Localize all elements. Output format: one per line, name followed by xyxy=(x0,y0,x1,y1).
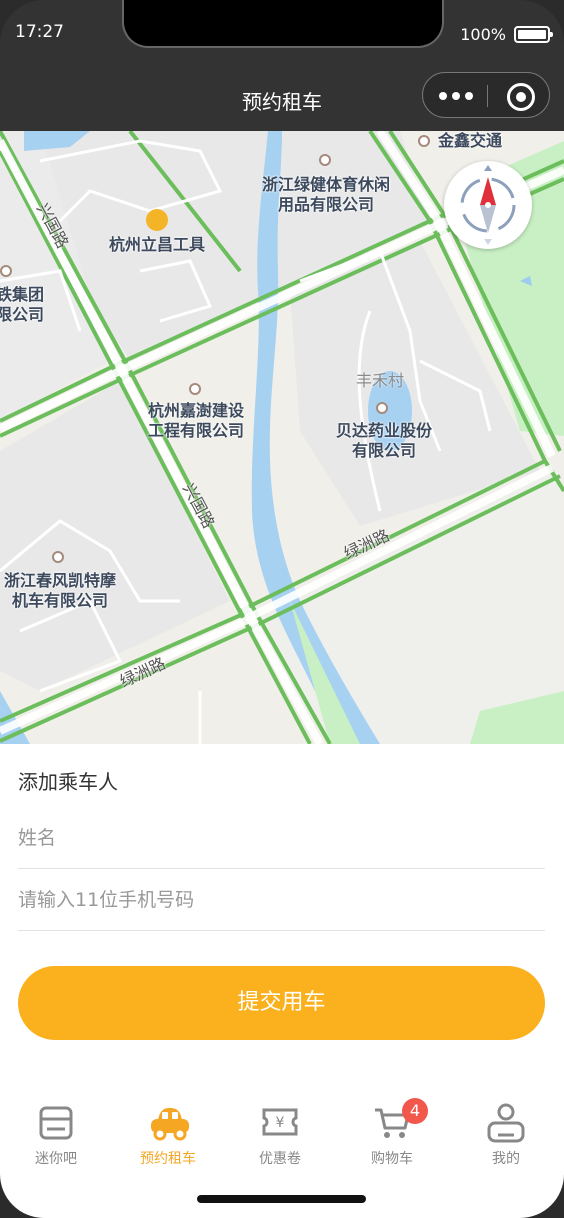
map[interactable]: 金鑫交通 浙江绿健体育休闲 用品有限公司 杭州立昌工具 铁集团 限公司 杭州嘉澍… xyxy=(0,131,564,744)
name-field[interactable]: 姓名 xyxy=(18,808,545,869)
poi-jituan[interactable]: 铁集团 限公司 xyxy=(0,285,56,325)
cart-badge: 4 xyxy=(402,1098,428,1124)
status-bar: 17:27 100% xyxy=(0,0,564,62)
passenger-form: 添加乘车人 姓名 请输入11位手机号码 提交用车 迷你吧 预约租车 ¥ 优惠卷 … xyxy=(0,744,564,1218)
tab-label: 购物车 xyxy=(371,1151,413,1167)
phone-field[interactable]: 请输入11位手机号码 xyxy=(18,870,545,931)
car-icon xyxy=(151,1108,189,1141)
tab-bar: 迷你吧 预约租车 ¥ 优惠卷 4 购物车 我的 xyxy=(0,1092,564,1182)
poi-jinxin[interactable]: 金鑫交通 xyxy=(438,131,558,151)
place-fenghe: 丰禾村 xyxy=(356,371,405,390)
poi-lvjian[interactable]: 浙江绿健体育休闲 用品有限公司 xyxy=(246,175,406,215)
poi-dot-jituan xyxy=(0,265,12,277)
poi-dot-jinxin xyxy=(418,135,430,147)
notch xyxy=(122,0,444,48)
tab-reserve-car[interactable]: 预约租车 xyxy=(112,1092,224,1172)
capsule-divider xyxy=(487,85,488,107)
poi-dot-chunfeng xyxy=(52,551,64,563)
svg-text:¥: ¥ xyxy=(276,1115,285,1131)
coupon-icon: ¥ xyxy=(262,1108,298,1136)
tab-mine[interactable]: 我的 xyxy=(450,1092,562,1172)
poi-lichang[interactable]: 杭州立昌工具 xyxy=(96,235,218,255)
miniprogram-capsule xyxy=(422,72,550,118)
tab-cart[interactable]: 4 购物车 xyxy=(336,1092,448,1172)
tab-label: 迷你吧 xyxy=(35,1151,77,1167)
user-icon xyxy=(487,1103,525,1143)
more-icon[interactable] xyxy=(439,85,475,105)
poi-jiashu[interactable]: 杭州嘉澍建设 工程有限公司 xyxy=(134,401,258,441)
submit-button[interactable]: 提交用车 xyxy=(18,966,545,1040)
tab-label: 我的 xyxy=(492,1151,520,1167)
poi-dot-lvjian xyxy=(319,154,331,166)
tab-label: 优惠卷 xyxy=(259,1151,301,1167)
tab-label: 预约租车 xyxy=(140,1151,196,1167)
poi-chunfeng[interactable]: 浙江春风凯特摩 机车有限公司 xyxy=(0,571,128,611)
poi-dot-jiashu xyxy=(189,383,201,395)
status-time: 17:27 xyxy=(15,22,64,42)
card-icon xyxy=(39,1106,73,1140)
compass[interactable] xyxy=(444,161,532,249)
poi-marker-icon xyxy=(146,209,168,231)
poi-dot-beida xyxy=(376,402,388,414)
poi-beida[interactable]: 贝达药业股份 有限公司 xyxy=(322,421,446,461)
form-title: 添加乘车人 xyxy=(18,770,118,794)
compass-icon xyxy=(460,165,516,245)
battery-icon xyxy=(514,26,553,43)
tab-minibar[interactable]: 迷你吧 xyxy=(0,1092,112,1172)
tab-coupon[interactable]: ¥ 优惠卷 xyxy=(224,1092,336,1172)
close-miniprogram-icon[interactable] xyxy=(507,83,535,111)
home-indicator xyxy=(197,1195,366,1203)
phone-screen: 17:27 100% 预约租车 金鑫交通 浙江绿健体育休闲 用品有限公司 杭州立… xyxy=(0,0,564,1218)
battery-percent: 100% xyxy=(460,25,506,44)
